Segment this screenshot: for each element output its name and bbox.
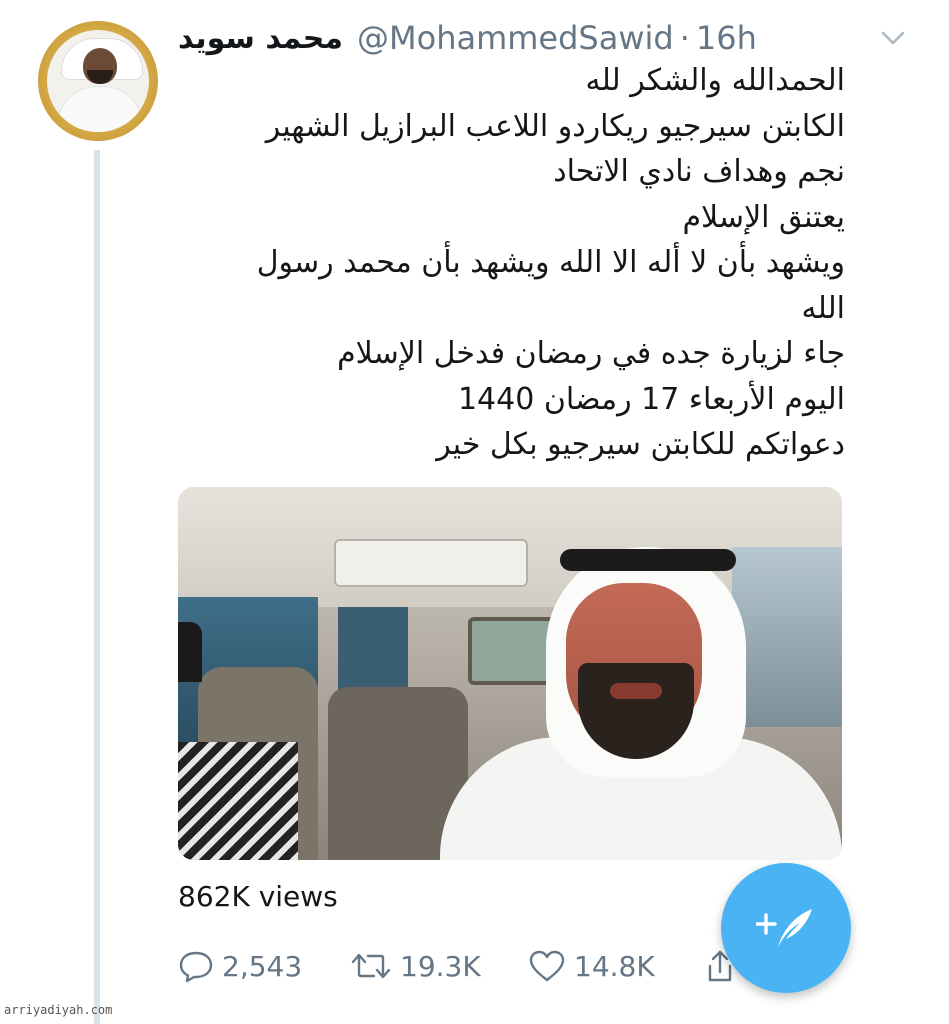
compose-tweet-button[interactable] [721,863,851,993]
user-handle[interactable]: @MohammedSawid [357,19,674,57]
reply-count: 2,543 [222,949,303,983]
timestamp[interactable]: 16h [696,19,757,57]
tweet-header: محمد سويد @MohammedSawid · 16h [178,14,909,62]
retweet-button[interactable]: 19.3K [350,942,481,990]
reply-icon [179,951,213,983]
compose-tweet-icon [756,909,812,947]
tweet-line: الحمدالله والشكر لله [585,63,846,98]
tweet-line: جاء لزيارة جده في رمضان فدخل الإسلام [337,336,845,371]
chevron-down-icon[interactable] [877,22,909,54]
separator-dot: · [679,19,690,57]
tweet-line: ويشهد بأن لا أله الا الله ويشهد بأن محمد… [256,245,845,280]
display-name[interactable]: محمد سويد [178,21,343,56]
tweet-text: الحمدالله والشكر لله الكابتن سيرجيو ريكا… [165,58,845,468]
tweet-line: يعتنق الإسلام [682,199,845,235]
thread-line [94,150,100,1024]
heart-icon [529,950,565,982]
reply-button[interactable]: 2,543 [178,942,302,990]
tweet-line: الله [801,290,846,326]
action-bar: 2,543 19.3K 14.8K [178,942,758,990]
like-button[interactable]: 14.8K [528,942,655,990]
tweet-line: الكابتن سيرجيو ريكاردو اللاعب البرازيل ا… [265,108,845,144]
source-watermark: arriyadiyah.com [4,1003,113,1017]
video-player[interactable] [178,487,842,860]
tweet-line: اليوم الأربعاء 17 رمضان 1440 [457,381,845,417]
view-count: 862K views [178,880,338,913]
like-count: 14.8K [574,949,655,983]
avatar[interactable] [38,21,158,141]
tweet-line: دعواتكم للكابتن سيرجيو بكل خير [436,427,845,462]
avatar-photo [47,30,149,132]
tweet-line: نجم وهداف نادي الاتحاد [553,154,845,189]
retweet-count: 19.3K [400,949,481,983]
retweet-icon [351,953,391,979]
